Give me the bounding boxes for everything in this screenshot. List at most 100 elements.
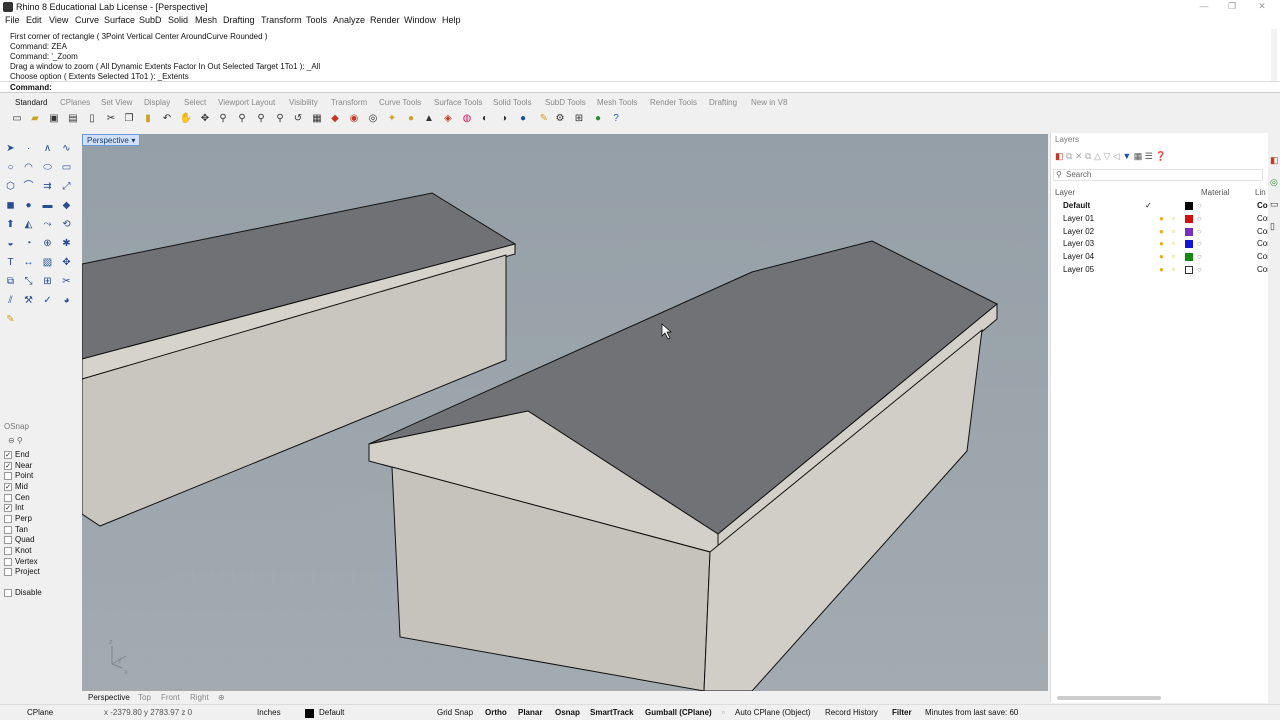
lock-icon[interactable]: ▫ xyxy=(722,708,725,717)
explode-icon[interactable]: ✱ xyxy=(59,236,74,251)
units-label[interactable]: Inches xyxy=(257,708,281,717)
osnap-knot[interactable]: Knot xyxy=(4,546,31,555)
checkbox-icon[interactable]: ✓ xyxy=(4,503,12,512)
fillet-curve-icon[interactable]: ⌒ xyxy=(21,179,36,194)
new-file-icon[interactable]: ▭ xyxy=(10,112,24,126)
command-line[interactable]: Command: xyxy=(0,82,1280,93)
command-history-scrollbar[interactable] xyxy=(1271,29,1277,81)
select-filter-icon[interactable]: ◎ xyxy=(366,112,380,126)
zoom-dynamic-icon[interactable]: ⚲ xyxy=(216,112,230,126)
tab-subd-tools[interactable]: SubD Tools xyxy=(545,98,586,107)
fillet-edge-icon[interactable]: ◔ xyxy=(21,236,36,251)
tab-transform[interactable]: Transform xyxy=(331,98,367,107)
material-icon[interactable]: ○ xyxy=(1197,214,1202,223)
display-tab-icon[interactable]: ▭ xyxy=(1270,199,1279,210)
cplane-label[interactable]: CPlane xyxy=(27,708,53,717)
delete-layer-icon[interactable]: ✕ xyxy=(1075,151,1083,161)
checkbox-icon[interactable]: ✓ xyxy=(4,461,12,470)
rectangle-icon[interactable]: ▭ xyxy=(59,160,74,175)
tab-right[interactable]: Right xyxy=(190,693,209,702)
tab-solid-tools[interactable]: Solid Tools xyxy=(493,98,532,107)
material-column-header[interactable]: Material xyxy=(1201,188,1229,197)
lock-icon[interactable]: ▫ xyxy=(1172,214,1175,223)
osnap-mid[interactable]: ✓ Mid xyxy=(4,482,28,491)
text-icon[interactable]: T xyxy=(3,255,18,270)
grid-snap-icon[interactable]: ⊞ xyxy=(572,112,586,126)
zoom-selected-icon[interactable]: ⚲ xyxy=(273,112,287,126)
render-sphere-icon[interactable]: ◕ xyxy=(59,293,74,308)
record-history-toggle[interactable]: Record History xyxy=(825,708,878,717)
layer-row[interactable]: Default ✓ ○ Cor xyxy=(1051,201,1271,213)
material-icon[interactable]: ○ xyxy=(1197,239,1202,248)
checkbox-icon[interactable]: ✓ xyxy=(4,482,12,491)
curve-icon[interactable]: ∿ xyxy=(59,141,74,156)
array-icon[interactable]: ⊞ xyxy=(40,274,55,289)
menu-drafting[interactable]: Drafting xyxy=(223,15,255,25)
light-icon[interactable]: ● xyxy=(404,112,418,126)
osnap-project[interactable]: Project xyxy=(4,567,40,576)
viewport-title-tab[interactable]: Perspective ▾ xyxy=(82,134,141,146)
open-file-icon[interactable]: ▰ xyxy=(28,112,42,126)
layer-row[interactable]: Layer 01 ● ▫ ○ Cor xyxy=(1051,214,1270,226)
menu-file[interactable]: File xyxy=(5,15,20,25)
tab-set-view[interactable]: Set View xyxy=(101,98,132,107)
layer-search-input[interactable]: ⚲ Search xyxy=(1053,169,1263,181)
layer-color-swatch[interactable] xyxy=(1185,240,1193,248)
checkbox-icon[interactable]: ✓ xyxy=(4,450,12,459)
boolean-icon[interactable]: ◒ xyxy=(3,236,18,251)
perspective-viewport[interactable]: z y x xyxy=(82,134,1048,691)
four-viewports-icon[interactable]: ▦ xyxy=(310,112,324,126)
paste-icon[interactable]: ▮ xyxy=(141,112,155,126)
menu-icon[interactable]: ☰ xyxy=(1145,151,1153,161)
planar-toggle[interactable]: Planar xyxy=(518,708,542,717)
auto-cplane-toggle[interactable]: Auto CPlane (Object) xyxy=(735,708,811,717)
osnap-settings-icon[interactable]: ⊖ ⚲ xyxy=(8,436,23,445)
menu-transform[interactable]: Transform xyxy=(261,15,302,25)
tab-viewport-layout[interactable]: Viewport Layout xyxy=(218,98,275,107)
copy-tool-icon[interactable]: ⧉ xyxy=(3,274,18,289)
layer-row[interactable]: Layer 04 ● ▫ ○ Cor xyxy=(1051,252,1270,264)
tab-cplanes[interactable]: CPlanes xyxy=(60,98,90,107)
polygon-icon[interactable]: ⬡ xyxy=(3,179,18,194)
osnap-vertex[interactable]: Vertex xyxy=(4,557,38,566)
tab-standard[interactable]: Standard xyxy=(15,98,47,107)
camera-icon[interactable]: ◆ xyxy=(328,112,342,126)
lightbulb-icon[interactable]: ● xyxy=(1159,252,1164,261)
tab-curve-tools[interactable]: Curve Tools xyxy=(379,98,421,107)
move-out-icon[interactable]: ◁ xyxy=(1113,151,1120,161)
current-layer-label[interactable]: Default xyxy=(319,708,344,717)
tab-top[interactable]: Top xyxy=(138,693,151,702)
properties-icon[interactable]: ◉ xyxy=(347,112,361,126)
tab-render-tools[interactable]: Render Tools xyxy=(650,98,697,107)
checkbox-icon[interactable] xyxy=(4,514,12,523)
layers-tab-icon[interactable]: ◧ xyxy=(1270,155,1279,166)
checkbox-icon[interactable] xyxy=(4,493,12,502)
menu-view[interactable]: View xyxy=(49,15,68,25)
menu-render[interactable]: Render xyxy=(370,15,400,25)
layer-color-swatch[interactable] xyxy=(1185,202,1193,210)
osnap-perp[interactable]: Perp xyxy=(4,514,32,523)
globe-icon[interactable]: ● xyxy=(591,112,605,126)
analyze-icon[interactable]: ⚒ xyxy=(21,293,36,308)
polyline-icon[interactable]: ∧ xyxy=(40,141,55,156)
undo-view-icon[interactable]: ↺ xyxy=(291,112,305,126)
menu-tools[interactable]: Tools xyxy=(306,15,327,25)
tab-mesh-tools[interactable]: Mesh Tools xyxy=(597,98,637,107)
material-icon[interactable]: ○ xyxy=(1197,252,1202,261)
join-icon[interactable]: ⊕ xyxy=(40,236,55,251)
pan-icon[interactable]: ✋ xyxy=(179,112,193,126)
sphere-icon[interactable]: ● xyxy=(21,198,36,213)
help-icon[interactable]: ? xyxy=(609,112,623,126)
trim-icon[interactable]: ✂ xyxy=(59,274,74,289)
lock-icon[interactable]: ▫ xyxy=(1172,252,1175,261)
current-layer-check-icon[interactable]: ✓ xyxy=(1145,201,1152,210)
menu-edit[interactable]: Edit xyxy=(26,15,42,25)
tab-display[interactable]: Display xyxy=(144,98,170,107)
move-icon[interactable]: ✥ xyxy=(59,255,74,270)
plane-icon[interactable]: ◆ xyxy=(59,198,74,213)
new-sublayer-icon[interactable]: ⧉ xyxy=(1066,151,1072,161)
tab-select[interactable]: Select xyxy=(184,98,206,107)
lightbulb-icon[interactable]: ● xyxy=(1159,227,1164,236)
maximize-button[interactable]: ❐ xyxy=(1220,1,1244,13)
hide-objects-icon[interactable]: ✦ xyxy=(385,112,399,126)
